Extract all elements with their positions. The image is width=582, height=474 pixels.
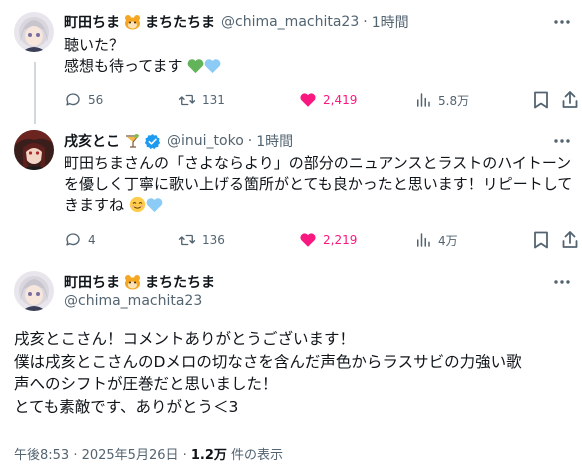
reply-icon	[66, 93, 80, 106]
author-name[interactable]: 町田ちま	[64, 12, 120, 32]
retweet-icon	[178, 234, 196, 246]
author-handle[interactable]: @chima_machita23	[221, 14, 359, 30]
share-icon[interactable]	[562, 90, 578, 113]
like-button[interactable]: 2,219	[299, 231, 357, 249]
reply-count: 56	[88, 93, 104, 107]
bookmark-icon[interactable]	[533, 231, 549, 253]
tweet-line: 戌亥とこさん！コメントありがとうございます！	[14, 330, 356, 348]
tweet-line: を優しく丁寧に歌い上げる箇所がとても良かったと思います！リピートして	[64, 175, 573, 193]
author-handle[interactable]: @chima_machita23	[64, 293, 202, 309]
tweet-body: 聴いた？ 感想も待ってます	[64, 35, 221, 80]
views-count: 1.2万	[190, 448, 227, 463]
retweet-icon	[178, 94, 196, 106]
avatar[interactable]	[14, 271, 54, 311]
like-button[interactable]: 2,419	[299, 91, 357, 109]
like-count: 2,419	[323, 93, 358, 107]
tweet-line: きますね	[64, 196, 125, 214]
tweet-body: 町田ちまさんの「さよならより」の部分のニュアンスとラストのハイトーン を優しく丁…	[64, 153, 572, 219]
author-name-suffix[interactable]: まちたちま	[145, 272, 215, 292]
avatar[interactable]	[14, 12, 54, 52]
tweet-line: 僕は戌亥とこさんのDメロの切なさを含んだ声色からラスサビの力強い歌	[14, 352, 522, 371]
like-count: 2,219	[323, 233, 358, 247]
light-blue-heart-icon	[146, 197, 163, 219]
retweet-count: 131	[202, 93, 225, 107]
reply-button[interactable]: 4	[64, 231, 96, 249]
tweet-time[interactable]: 1時間	[372, 12, 409, 32]
separator-dot: ·	[363, 14, 368, 30]
tweet-meta: 午後8:53 · 2025年5月26日 · 1.2万 件の表示	[14, 444, 283, 463]
views-label: 件の表示	[226, 448, 284, 463]
share-icon[interactable]	[562, 230, 578, 253]
views-chart-icon	[417, 233, 430, 247]
views-count: 4万	[438, 233, 458, 248]
cocktail-icon	[124, 133, 140, 149]
tweet-body: 戌亥とこさん！コメントありがとうございます！ 僕は戌亥とこさんのDメロの切なさを…	[14, 328, 522, 418]
heart-filled-icon	[300, 233, 316, 247]
hamster-icon	[124, 14, 141, 30]
more-icon[interactable]	[552, 133, 572, 149]
retweet-count: 136	[202, 233, 225, 247]
tweet-line: 声へのシフトが圧巻だと思いました！	[14, 375, 278, 393]
tweet-line: とても素敵です、ありがとう＜3	[14, 397, 239, 416]
views-button[interactable]: 4万	[414, 231, 458, 249]
verified-badge-icon	[144, 133, 161, 150]
tweet-line: 聴いた？	[64, 36, 125, 54]
reply-icon	[66, 233, 80, 246]
more-icon[interactable]	[552, 274, 572, 290]
tweet-line: 感想も待ってます	[64, 57, 183, 75]
reply-button[interactable]: 56	[64, 91, 103, 109]
timestamp[interactable]: 午後8:53 · 2025年5月26日 ·	[14, 448, 191, 463]
bookmark-icon[interactable]	[533, 91, 549, 113]
green-heart-icon	[187, 58, 204, 80]
thread-line	[34, 62, 36, 124]
tweet-line: 町田ちまさんの「さよならより」の部分のニュアンスとラストのハイトーン	[64, 154, 572, 172]
author-name-suffix[interactable]: まちたちま	[145, 12, 215, 32]
hamster-icon	[124, 274, 141, 290]
retweet-button[interactable]: 136	[178, 231, 225, 249]
author-handle[interactable]: @inui_toko	[167, 133, 244, 149]
author-name[interactable]: 戌亥とこ	[64, 131, 120, 151]
author-name[interactable]: 町田ちま	[64, 272, 120, 292]
avatar[interactable]	[14, 130, 54, 170]
views-count: 5.8万	[438, 93, 470, 108]
light-blue-heart-icon	[204, 58, 221, 80]
more-icon[interactable]	[552, 14, 572, 30]
tweet-time[interactable]: 1時間	[256, 131, 293, 151]
reply-count: 4	[88, 233, 96, 247]
retweet-button[interactable]: 131	[178, 91, 225, 109]
separator-dot: ·	[247, 133, 253, 149]
relieved-face-icon	[129, 196, 146, 219]
heart-filled-icon	[300, 93, 316, 107]
views-chart-icon	[417, 93, 430, 107]
views-button[interactable]: 5.8万	[414, 91, 469, 109]
